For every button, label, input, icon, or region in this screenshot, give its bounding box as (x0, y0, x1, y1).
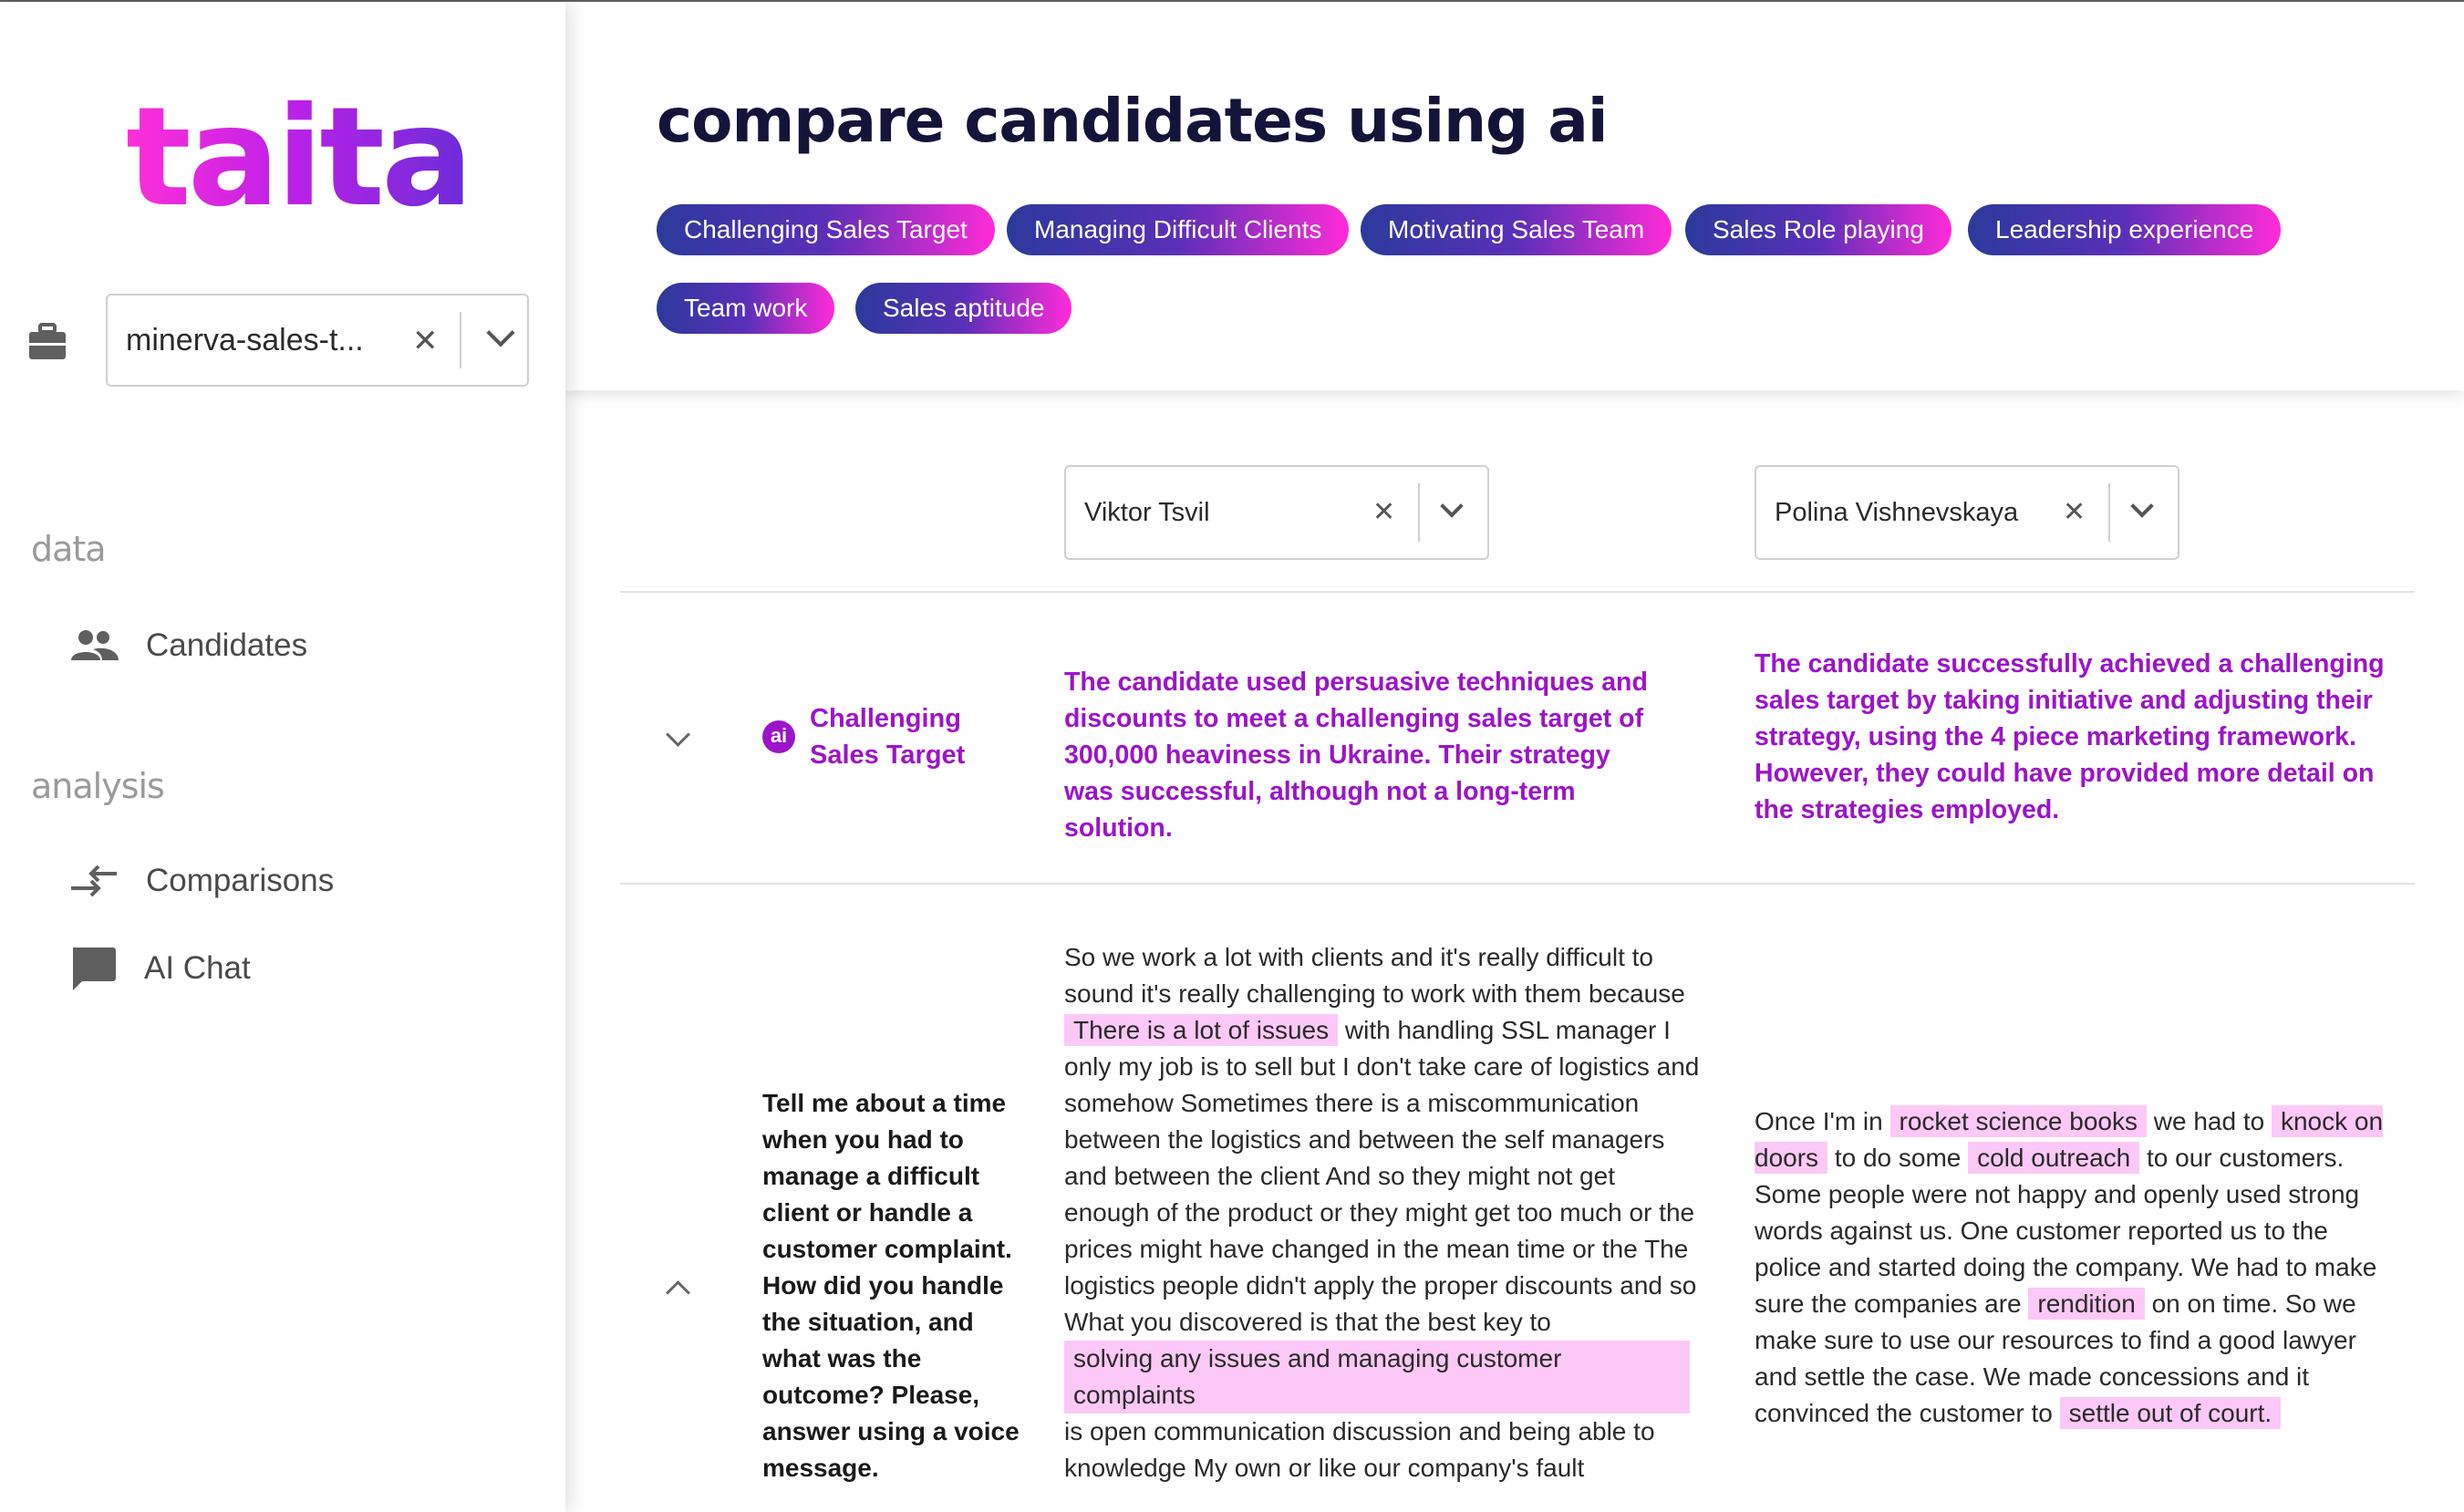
taita-logo[interactable]: taita (126, 89, 473, 226)
highlight: rocket science books (1889, 1105, 2147, 1137)
logo-text: taita (126, 78, 473, 237)
row-topic: Challenging Sales Target (810, 704, 966, 770)
page-header: compare candidates using ai Challenging … (565, 2, 2464, 390)
answer-text: with handling SSL manager I only my job … (1064, 1016, 1700, 1336)
chat-icon (73, 948, 116, 990)
section-label-data: data (31, 529, 107, 569)
interview-question: Tell me about a time when you had to man… (762, 1089, 1020, 1482)
sidebar-item-ai-chat[interactable]: AI Chat (69, 941, 251, 996)
compare-arrows-icon (71, 865, 117, 897)
candidate-1-answer: So we work a lot with clients and it's r… (1064, 939, 1703, 1486)
chip-sales-role-playing[interactable]: Sales Role playing (1685, 204, 1952, 255)
clear-icon[interactable]: ✕ (1372, 496, 1395, 528)
select-divider (2108, 483, 2110, 542)
sidebar-item-label: Candidates (146, 627, 308, 663)
select-divider (460, 312, 461, 368)
clear-icon[interactable]: ✕ (412, 323, 439, 359)
answer-text: So we work a lot with clients and it's r… (1064, 943, 1685, 1008)
briefcase-icon (29, 323, 66, 359)
answer-text: Once I'm in (1755, 1107, 1890, 1135)
sidebar-item-comparisons[interactable]: Comparisons (69, 854, 334, 908)
ai-icon: ai (762, 720, 795, 753)
row-divider (620, 883, 2415, 885)
project-select-value: minerva-sales-t... (126, 323, 364, 357)
sidebar-item-label: AI Chat (144, 950, 251, 986)
chip-motivating-sales-team[interactable]: Motivating Sales Team (1361, 204, 1672, 255)
answer-text: to do some (1827, 1144, 1969, 1172)
page-title: compare candidates using ai (657, 86, 1608, 156)
candidate-select-1[interactable]: Viktor Tsvil ✕ (1064, 465, 1489, 560)
chip-leadership-experience[interactable]: Leadership experience (1968, 204, 2282, 255)
highlight: rendition (2028, 1288, 2145, 1320)
chevron-down-icon[interactable] (2130, 494, 2154, 518)
chevron-down-icon[interactable] (1440, 494, 1464, 518)
expand-chevron-icon[interactable] (666, 722, 690, 747)
answer-text: is open communication discussion and bei… (1064, 1417, 1655, 1482)
collapse-chevron-icon[interactable] (666, 1280, 690, 1305)
highlight: solving any issues and managing customer… (1064, 1341, 1690, 1414)
chevron-down-icon[interactable] (486, 318, 515, 347)
chip-sales-aptitude[interactable]: Sales aptitude (855, 283, 1072, 334)
answer-text: we had to (2146, 1107, 2272, 1135)
section-label-analysis: analysis (31, 766, 165, 806)
chip-managing-difficult-clients[interactable]: Managing Difficult Clients (1007, 204, 1350, 255)
clear-icon[interactable]: ✕ (2063, 496, 2086, 528)
candidate-select-2[interactable]: Polina Vishnevskaya ✕ (1755, 465, 2179, 560)
select-divider (1418, 483, 1420, 542)
candidate-2-summary: The candidate successfully achieved a ch… (1755, 649, 2385, 824)
people-icon (71, 630, 119, 660)
row-divider (620, 591, 2415, 593)
highlight: cold outreach (1968, 1142, 2140, 1174)
candidate-2-answer: Once I'm in rocket science books we had … (1755, 1103, 2393, 1432)
highlight: settle out of court. (2059, 1397, 2282, 1429)
candidate-1-summary: The candidate used persuasive techniques… (1064, 668, 1648, 843)
sidebar-item-candidates[interactable]: Candidates (69, 618, 307, 673)
candidate-select-value: Polina Vishnevskaya (1775, 498, 2019, 527)
chip-challenging-sales-target[interactable]: Challenging Sales Target (657, 204, 995, 255)
chip-team-work[interactable]: Team work (657, 283, 835, 334)
highlight: There is a lot of issues (1064, 1014, 1339, 1046)
sidebar-item-label: Comparisons (146, 863, 335, 898)
sidebar: taita minerva-sales-t... ✕ data Candidat… (0, 2, 565, 1512)
project-select[interactable]: minerva-sales-t... ✕ (106, 294, 529, 387)
candidate-select-value: Viktor Tsvil (1084, 498, 1210, 527)
